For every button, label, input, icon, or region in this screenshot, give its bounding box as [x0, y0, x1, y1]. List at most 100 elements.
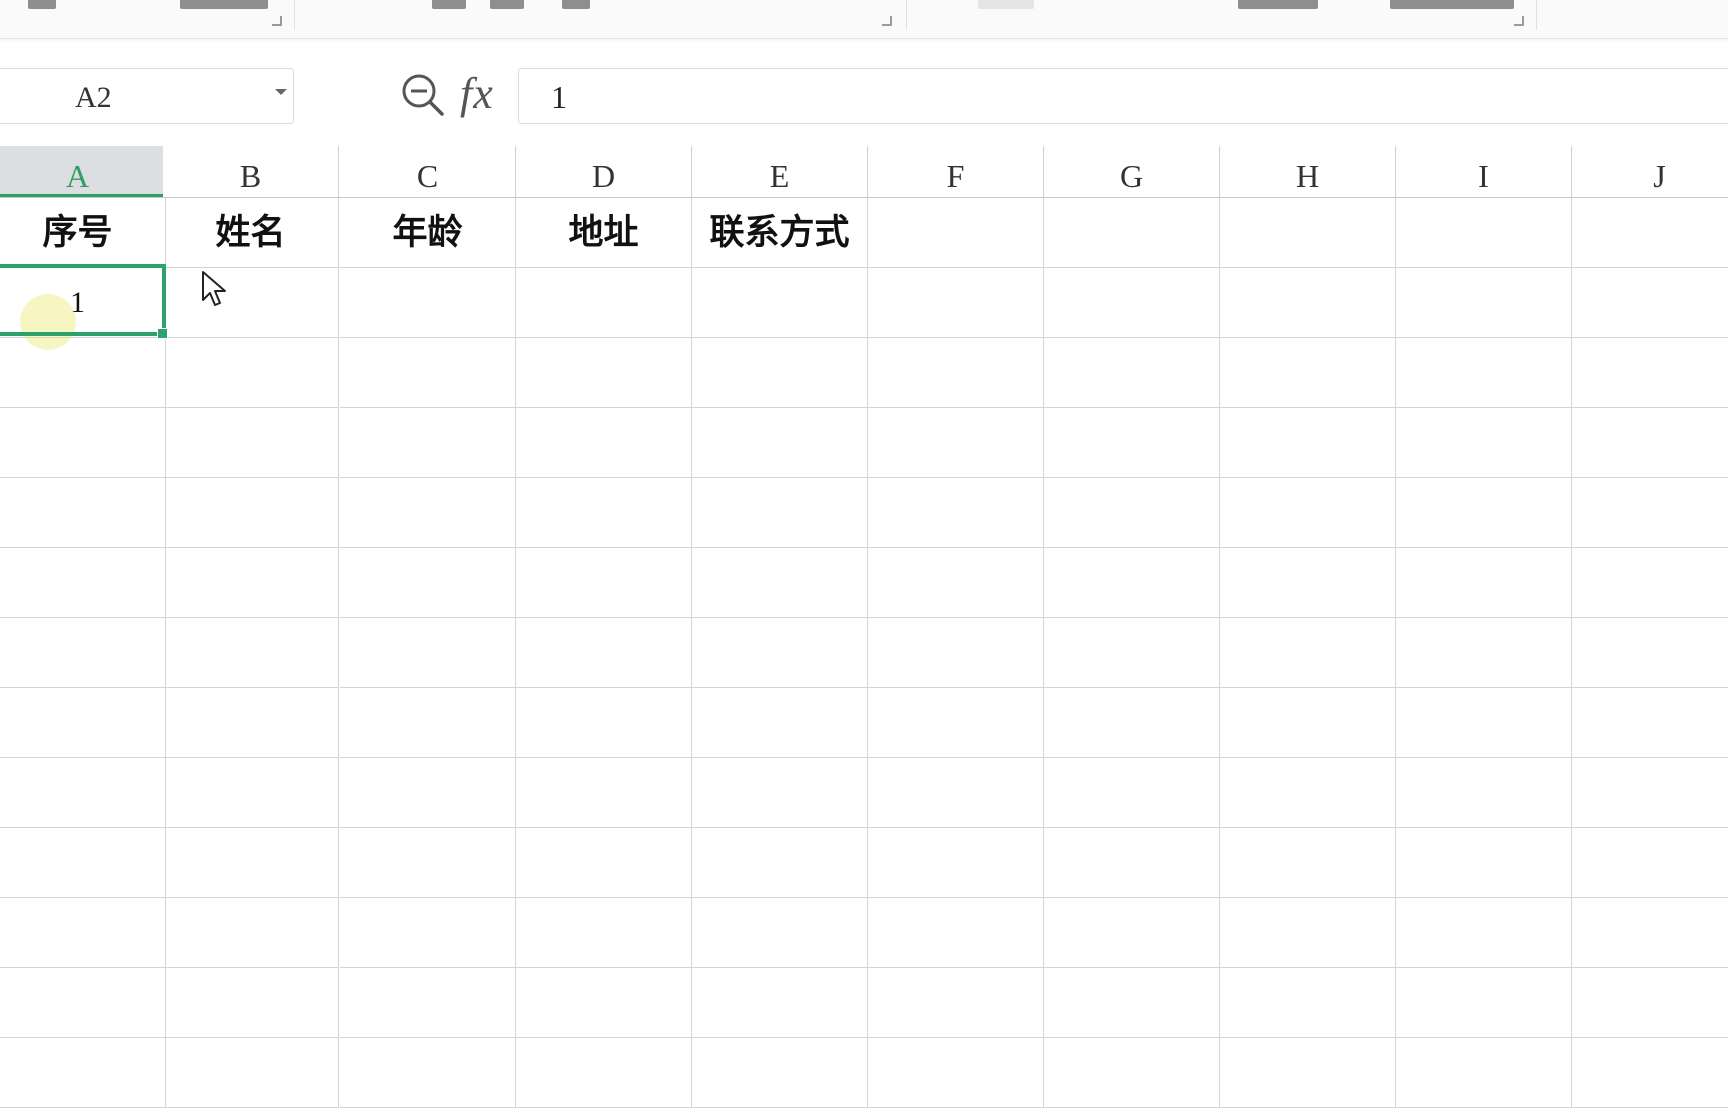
- column-header-h[interactable]: H: [1220, 146, 1396, 198]
- cell-c4[interactable]: [340, 408, 516, 478]
- cell-b1[interactable]: 姓名: [163, 198, 339, 268]
- cell-c11[interactable]: [340, 898, 516, 968]
- cell-d2[interactable]: [516, 268, 692, 338]
- cell-h9[interactable]: [1220, 758, 1396, 828]
- cell-d4[interactable]: [516, 408, 692, 478]
- cell-i6[interactable]: [1396, 548, 1572, 618]
- cell-i9[interactable]: [1396, 758, 1572, 828]
- cell-h4[interactable]: [1220, 408, 1396, 478]
- cell-c5[interactable]: [340, 478, 516, 548]
- cell-j4[interactable]: [1572, 408, 1728, 478]
- cell-g13[interactable]: [1044, 1038, 1220, 1108]
- cell-g2[interactable]: [1044, 268, 1220, 338]
- cell-g4[interactable]: [1044, 408, 1220, 478]
- cell-g8[interactable]: [1044, 688, 1220, 758]
- cell-e13[interactable]: [692, 1038, 868, 1108]
- cell-c3[interactable]: [340, 338, 516, 408]
- dialog-launcher-icon[interactable]: [1514, 16, 1524, 26]
- cell-g3[interactable]: [1044, 338, 1220, 408]
- cell-f12[interactable]: [868, 968, 1044, 1038]
- cell-i13[interactable]: [1396, 1038, 1572, 1108]
- cell-i12[interactable]: [1396, 968, 1572, 1038]
- cell-f2[interactable]: [868, 268, 1044, 338]
- cell-a8[interactable]: [0, 688, 166, 758]
- cell-j11[interactable]: [1572, 898, 1728, 968]
- cell-f10[interactable]: [868, 828, 1044, 898]
- cell-f8[interactable]: [868, 688, 1044, 758]
- cell-d11[interactable]: [516, 898, 692, 968]
- cell-h3[interactable]: [1220, 338, 1396, 408]
- cell-a5[interactable]: [0, 478, 166, 548]
- cell-f5[interactable]: [868, 478, 1044, 548]
- cell-a10[interactable]: [0, 828, 166, 898]
- cell-a11[interactable]: [0, 898, 166, 968]
- cell-j9[interactable]: [1572, 758, 1728, 828]
- zoom-out-icon[interactable]: [400, 72, 446, 118]
- cell-a9[interactable]: [0, 758, 166, 828]
- cell-h6[interactable]: [1220, 548, 1396, 618]
- cell-d13[interactable]: [516, 1038, 692, 1108]
- cell-c9[interactable]: [340, 758, 516, 828]
- cell-b7[interactable]: [163, 618, 339, 688]
- cell-e12[interactable]: [692, 968, 868, 1038]
- cell-c6[interactable]: [340, 548, 516, 618]
- cell-b3[interactable]: [163, 338, 339, 408]
- cell-h2[interactable]: [1220, 268, 1396, 338]
- cell-e8[interactable]: [692, 688, 868, 758]
- cell-f9[interactable]: [868, 758, 1044, 828]
- cell-d9[interactable]: [516, 758, 692, 828]
- cell-d12[interactable]: [516, 968, 692, 1038]
- column-header-d[interactable]: D: [516, 146, 692, 198]
- cell-b6[interactable]: [163, 548, 339, 618]
- cell-b2[interactable]: [163, 268, 339, 338]
- cell-b4[interactable]: [163, 408, 339, 478]
- cell-a12[interactable]: [0, 968, 166, 1038]
- cell-b11[interactable]: [163, 898, 339, 968]
- cell-h13[interactable]: [1220, 1038, 1396, 1108]
- cell-i8[interactable]: [1396, 688, 1572, 758]
- cell-g7[interactable]: [1044, 618, 1220, 688]
- cell-i11[interactable]: [1396, 898, 1572, 968]
- cell-i10[interactable]: [1396, 828, 1572, 898]
- cell-h5[interactable]: [1220, 478, 1396, 548]
- cell-j1[interactable]: [1572, 198, 1728, 268]
- cell-f1[interactable]: [868, 198, 1044, 268]
- column-header-c[interactable]: C: [340, 146, 516, 198]
- cell-g11[interactable]: [1044, 898, 1220, 968]
- cell-i2[interactable]: [1396, 268, 1572, 338]
- cell-d7[interactable]: [516, 618, 692, 688]
- cell-a3[interactable]: [0, 338, 166, 408]
- cell-d8[interactable]: [516, 688, 692, 758]
- cell-c12[interactable]: [340, 968, 516, 1038]
- cell-h1[interactable]: [1220, 198, 1396, 268]
- column-header-j[interactable]: J: [1572, 146, 1728, 198]
- column-header-g[interactable]: G: [1044, 146, 1220, 198]
- cell-h12[interactable]: [1220, 968, 1396, 1038]
- cell-j7[interactable]: [1572, 618, 1728, 688]
- cell-g1[interactable]: [1044, 198, 1220, 268]
- cell-b8[interactable]: [163, 688, 339, 758]
- cell-e1[interactable]: 联系方式: [692, 198, 868, 268]
- cell-h10[interactable]: [1220, 828, 1396, 898]
- cell-b9[interactable]: [163, 758, 339, 828]
- cell-a13[interactable]: [0, 1038, 166, 1108]
- cell-g5[interactable]: [1044, 478, 1220, 548]
- cell-f11[interactable]: [868, 898, 1044, 968]
- cell-g6[interactable]: [1044, 548, 1220, 618]
- cell-j5[interactable]: [1572, 478, 1728, 548]
- cell-c13[interactable]: [340, 1038, 516, 1108]
- cell-e7[interactable]: [692, 618, 868, 688]
- cell-j10[interactable]: [1572, 828, 1728, 898]
- cell-f6[interactable]: [868, 548, 1044, 618]
- cell-f4[interactable]: [868, 408, 1044, 478]
- cell-a4[interactable]: [0, 408, 166, 478]
- cell-e6[interactable]: [692, 548, 868, 618]
- column-header-a[interactable]: A: [0, 146, 166, 198]
- cell-j13[interactable]: [1572, 1038, 1728, 1108]
- cell-c7[interactable]: [340, 618, 516, 688]
- cell-e4[interactable]: [692, 408, 868, 478]
- cell-i7[interactable]: [1396, 618, 1572, 688]
- cell-j2[interactable]: [1572, 268, 1728, 338]
- column-header-f[interactable]: F: [868, 146, 1044, 198]
- name-box[interactable]: A2: [0, 68, 294, 124]
